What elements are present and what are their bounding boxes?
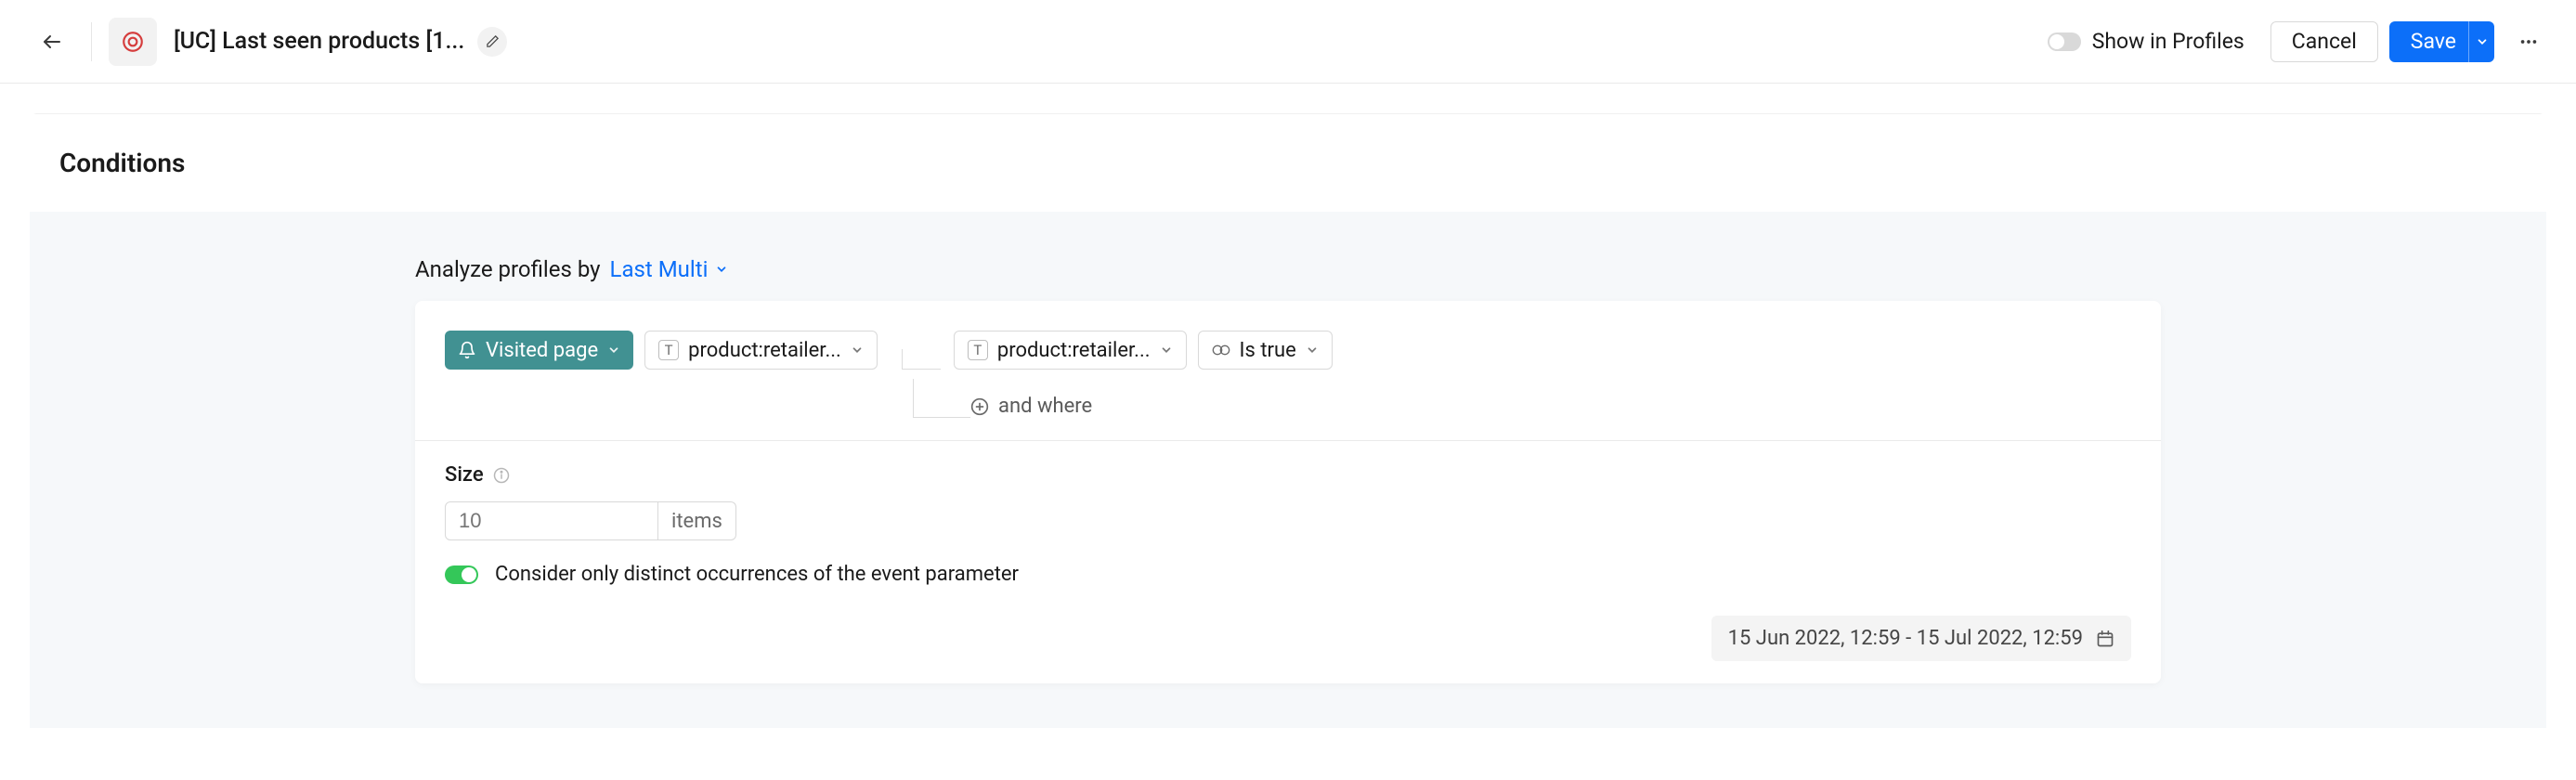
- show-in-profiles-toggle[interactable]: [2048, 32, 2081, 51]
- save-dropdown-button[interactable]: [2468, 21, 2494, 62]
- chevron-down-icon: [607, 344, 620, 357]
- parameter-chip-1-label: product:retailer...: [688, 339, 841, 362]
- distinct-label: Consider only distinct occurrences of th…: [495, 563, 1019, 586]
- edit-title-button[interactable]: [477, 27, 507, 57]
- analyze-prefix-label: Analyze profiles by: [415, 256, 601, 282]
- filter-subconnector: [913, 379, 970, 418]
- pencil-icon: [486, 34, 500, 48]
- date-range-value: 15 Jun 2022, 12:59 - 15 Jul 2022, 12:59: [1728, 627, 2083, 650]
- target-icon: [121, 30, 145, 54]
- chevron-down-icon: [851, 344, 864, 357]
- arrow-left-icon: [41, 31, 63, 53]
- entity-icon-badge: [109, 18, 157, 66]
- event-chip-label: Visited page: [486, 339, 598, 362]
- bell-icon: [458, 341, 476, 359]
- date-range-picker[interactable]: 15 Jun 2022, 12:59 - 15 Jul 2022, 12:59: [1711, 616, 2131, 661]
- dots-icon: [2518, 32, 2539, 52]
- page-title: [UC] Last seen products [1...: [174, 28, 464, 55]
- parameter-chip-2[interactable]: T product:retailer...: [954, 331, 1187, 370]
- cancel-button[interactable]: Cancel: [2270, 21, 2378, 62]
- size-label: Size: [445, 463, 484, 487]
- parameter-chip-1[interactable]: T product:retailer...: [644, 331, 878, 370]
- back-button[interactable]: [30, 20, 74, 64]
- event-selector-chip[interactable]: Visited page: [445, 331, 633, 370]
- conditions-heading: Conditions: [59, 148, 2517, 178]
- chevron-down-icon: [715, 263, 728, 276]
- divider: [415, 440, 2161, 441]
- show-in-profiles-label: Show in Profiles: [2092, 29, 2244, 54]
- distinct-toggle[interactable]: [445, 566, 478, 584]
- chevron-down-icon: [1306, 344, 1319, 357]
- calendar-icon: [2096, 630, 2114, 648]
- add-condition-button[interactable]: and where: [970, 395, 1092, 418]
- info-icon: [493, 467, 510, 484]
- text-type-icon: T: [658, 340, 679, 360]
- operator-chip-label: Is true: [1240, 339, 1296, 362]
- analyze-mode-dropdown[interactable]: Last Multi: [610, 256, 729, 282]
- plus-circle-icon: [970, 397, 989, 416]
- filter-connector: [902, 349, 941, 370]
- chevron-down-icon: [1160, 344, 1173, 357]
- separator: [91, 22, 92, 61]
- size-unit-label: items: [658, 501, 736, 540]
- parameter-chip-2-label: product:retailer...: [997, 339, 1151, 362]
- boolean-icon: [1212, 344, 1230, 357]
- analyze-mode-value: Last Multi: [610, 256, 709, 282]
- chevron-down-icon: [2476, 35, 2489, 48]
- operator-chip[interactable]: Is true: [1198, 331, 1333, 370]
- size-input[interactable]: [445, 501, 658, 540]
- text-type-icon: T: [968, 340, 988, 360]
- add-condition-label: and where: [998, 395, 1092, 418]
- more-menu-button[interactable]: [2511, 24, 2546, 59]
- save-button[interactable]: Save: [2389, 21, 2474, 62]
